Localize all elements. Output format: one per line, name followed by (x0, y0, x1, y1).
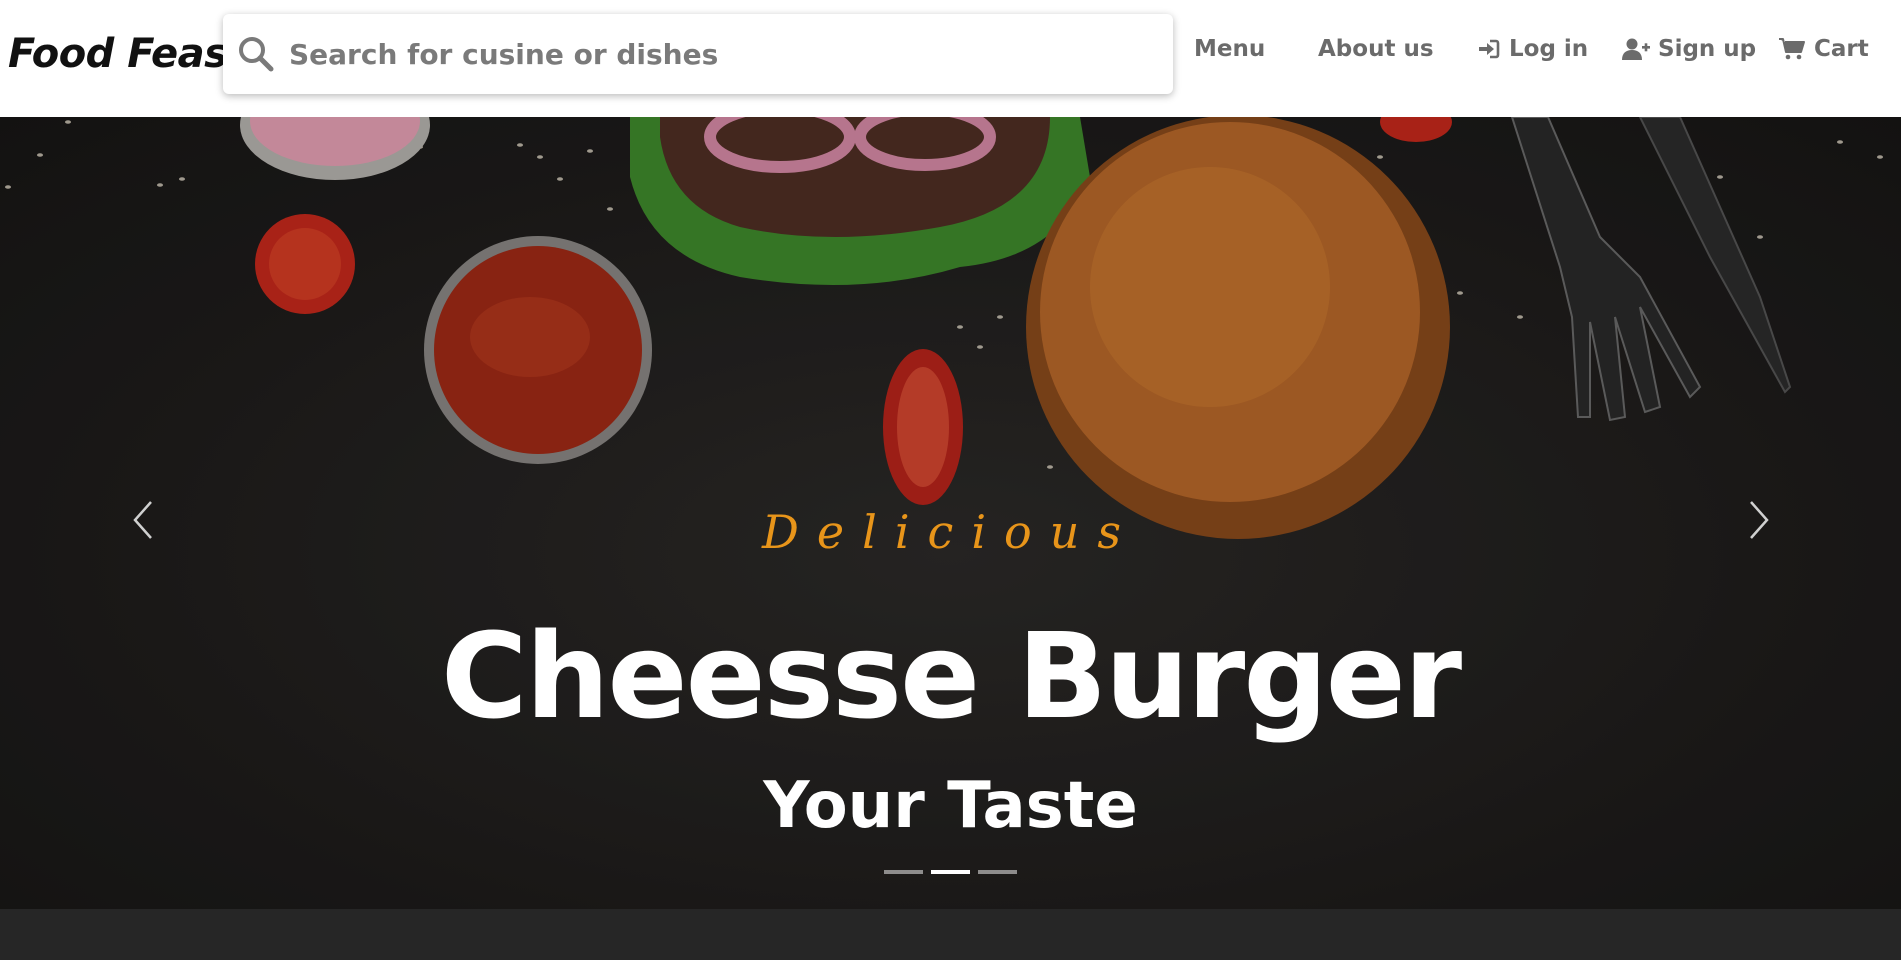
carousel-indicator-2[interactable] (931, 870, 970, 874)
site-header: Food Feast Menu About us Log in (0, 0, 1901, 117)
hero-eyebrow: Delicious (762, 505, 1139, 559)
nav-menu-link[interactable]: Menu (1194, 36, 1265, 62)
hero-carousel: Delicious Cheesse Burger Your Taste (0, 117, 1901, 909)
nav-login-link[interactable]: Log in (1477, 36, 1588, 62)
carousel-indicators (0, 870, 1901, 874)
page-bottom-section (0, 909, 1901, 960)
nav-signup-link[interactable]: Sign up (1622, 36, 1756, 62)
nav-cart-link[interactable]: Cart (1778, 36, 1869, 62)
nav-about-link[interactable]: About us (1318, 36, 1434, 62)
carousel-indicator-3[interactable] (978, 870, 1017, 874)
search-icon[interactable] (237, 34, 277, 74)
hero-subline: Your Taste (763, 769, 1138, 843)
nav-about-label: About us (1318, 36, 1434, 62)
carousel-indicator-1[interactable] (884, 870, 923, 874)
nav-menu-label: Menu (1194, 36, 1266, 62)
nav-cart-label: Cart (1814, 36, 1869, 62)
brand-logo[interactable]: Food Feast (8, 28, 247, 80)
user-plus-icon (1622, 37, 1650, 61)
hero-headline: Cheesse Burger (440, 607, 1462, 745)
nav-login-label: Log in (1509, 36, 1589, 62)
search-bar[interactable] (223, 14, 1173, 94)
cart-icon (1778, 37, 1806, 61)
login-icon (1477, 37, 1501, 61)
nav-signup-label: Sign up (1658, 36, 1757, 62)
search-input[interactable] (289, 29, 1149, 79)
